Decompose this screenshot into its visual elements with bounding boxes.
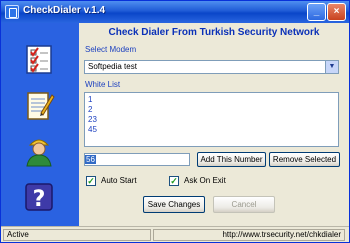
whitelist-listbox[interactable]: 1 2 23 45 bbox=[84, 92, 339, 147]
save-changes-button[interactable]: Save Changes bbox=[143, 196, 205, 213]
list-item[interactable]: 2 bbox=[88, 105, 335, 115]
auto-start-check-icon[interactable]: ✓ bbox=[86, 176, 96, 186]
close-button[interactable]: × bbox=[327, 3, 346, 21]
modem-select[interactable]: Softpedia test ▼ bbox=[84, 60, 339, 74]
app-icon bbox=[5, 5, 19, 19]
checklist-icon[interactable] bbox=[23, 43, 55, 75]
whitelist-label: White List bbox=[85, 80, 121, 89]
number-input-value: 56 bbox=[85, 155, 96, 164]
status-bar: Active http://www.trsecurity.net/chkdial… bbox=[1, 226, 349, 242]
chevron-down-icon[interactable]: ▼ bbox=[325, 61, 338, 73]
number-input[interactable]: 56 bbox=[84, 153, 190, 166]
modem-selected-value: Softpedia test bbox=[88, 62, 137, 71]
list-item[interactable]: 23 bbox=[88, 115, 335, 125]
remove-selected-button[interactable]: Remove Selected bbox=[269, 152, 340, 167]
main-panel: Check Dialer From Turkish Security Netwo… bbox=[79, 23, 349, 226]
status-url: http://www.trsecurity.net/chkdialer bbox=[153, 229, 345, 241]
svg-text:?: ? bbox=[33, 187, 46, 212]
app-window: CheckDialer v.1.4 _ × ? Check Dialer Fro… bbox=[0, 0, 350, 243]
modem-label: Select Modem bbox=[85, 45, 137, 54]
notepad-icon[interactable] bbox=[23, 89, 55, 121]
list-item[interactable]: 1 bbox=[88, 95, 335, 105]
minimize-button[interactable]: _ bbox=[307, 3, 326, 21]
sidebar: ? bbox=[1, 23, 79, 226]
user-icon[interactable] bbox=[23, 135, 55, 167]
list-item[interactable]: 45 bbox=[88, 125, 335, 135]
auto-start-label: Auto Start bbox=[101, 176, 137, 185]
title-bar[interactable]: CheckDialer v.1.4 _ × bbox=[1, 1, 349, 23]
status-text: Active bbox=[3, 229, 151, 241]
ask-on-exit-label: Ask On Exit bbox=[184, 176, 226, 185]
page-heading: Check Dialer From Turkish Security Netwo… bbox=[108, 27, 320, 38]
add-number-button[interactable]: Add This Number bbox=[197, 152, 266, 167]
ask-on-exit-check-icon[interactable]: ✓ bbox=[169, 176, 179, 186]
window-title: CheckDialer v.1.4 bbox=[23, 5, 106, 16]
cancel-button[interactable]: Cancel bbox=[213, 196, 275, 213]
help-icon[interactable]: ? bbox=[23, 181, 55, 213]
